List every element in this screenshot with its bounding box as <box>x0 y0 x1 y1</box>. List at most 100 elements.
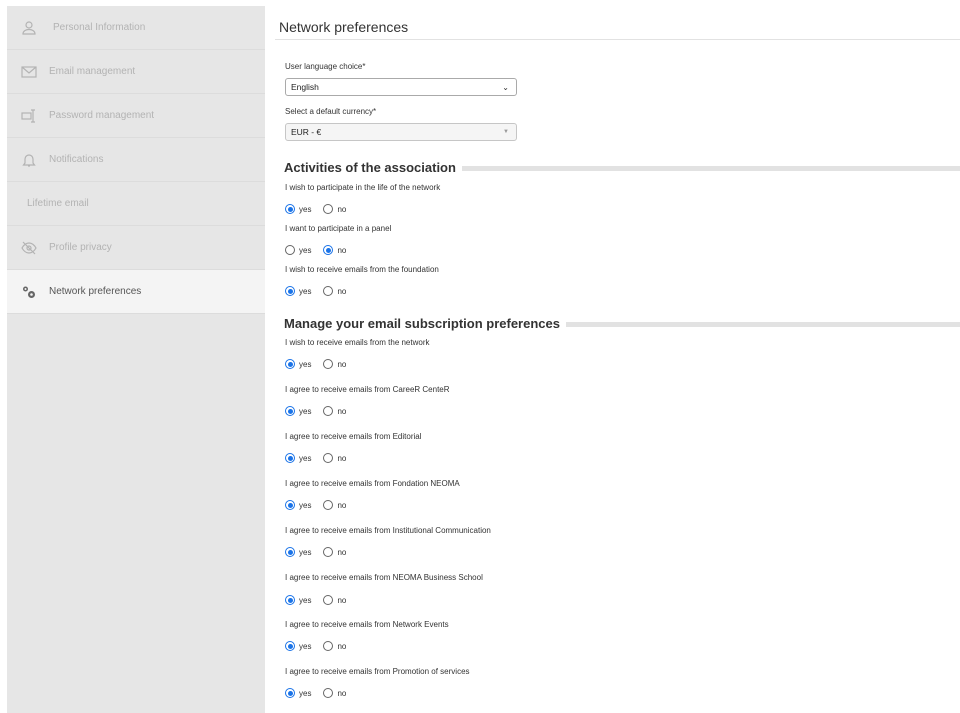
sidebar-item-profile-privacy[interactable]: Profile privacy <box>7 226 265 270</box>
language-select[interactable]: English ⌄ <box>285 78 517 96</box>
radio-no[interactable] <box>323 500 334 510</box>
radio-yes[interactable] <box>285 359 295 369</box>
radio-no-label: no <box>337 453 347 463</box>
radio-yes-label: yes <box>299 453 312 463</box>
sidebar-item-label: Lifetime email <box>27 198 89 209</box>
sidebar-item-notifications[interactable]: Notifications <box>7 138 265 182</box>
section-divider <box>565 321 960 327</box>
sidebar-item-label: Personal Information <box>53 22 146 33</box>
radio-yes[interactable] <box>285 547 295 557</box>
section-activities-header: Activities of the association <box>284 159 960 175</box>
radio-yes-label: yes <box>299 286 312 296</box>
question-text: I agree to receive emails from CareeR Ce… <box>285 385 450 394</box>
radio-yes[interactable] <box>285 204 295 214</box>
question-text: I wish to participate in the life of the… <box>285 183 441 192</box>
sidebar-item-label: Notifications <box>49 154 104 165</box>
language-value: English <box>291 82 319 92</box>
radio-yes-label: yes <box>299 500 312 510</box>
sidebar-item-label: Network preferences <box>49 286 142 297</box>
radio-yes[interactable] <box>285 286 295 296</box>
radio-no-label: no <box>337 595 347 605</box>
radio-group: yes no <box>285 499 358 511</box>
radio-yes-label: yes <box>299 245 312 255</box>
sidebar-item-label: Profile privacy <box>49 242 112 253</box>
language-label: User language choice* <box>285 62 366 71</box>
radio-no[interactable] <box>323 595 334 605</box>
radio-yes-label: yes <box>299 406 312 416</box>
radio-no-label: no <box>337 359 347 369</box>
currency-label: Select a default currency* <box>285 107 377 116</box>
sidebar-item-label: Password management <box>49 110 155 121</box>
gears-icon <box>21 284 37 300</box>
radio-no-label: no <box>337 500 347 510</box>
question-text: I agree to receive emails from NEOMA Bus… <box>285 573 483 582</box>
radio-no[interactable] <box>323 547 334 557</box>
section-title: Manage your email subscription preferenc… <box>284 315 560 331</box>
sidebar-item-lifetime-email[interactable]: Lifetime email <box>7 182 265 226</box>
page-title: Network preferences <box>279 19 409 35</box>
radio-group: yes no <box>285 594 358 606</box>
radio-yes-label: yes <box>299 204 312 214</box>
radio-no-label: no <box>337 641 347 651</box>
sidebar-item-label: Email management <box>49 66 136 77</box>
question-text: I agree to receive emails from Network E… <box>285 620 449 629</box>
question-text: I agree to receive emails from Promotion… <box>285 667 470 676</box>
currency-value: EUR - € <box>291 127 322 137</box>
radio-no[interactable] <box>323 359 334 369</box>
radio-yes-label: yes <box>299 547 312 557</box>
password-icon <box>21 108 37 124</box>
radio-no[interactable] <box>323 286 334 296</box>
radio-group: yes no <box>285 358 358 370</box>
question-text: I agree to receive emails from Fondation… <box>285 479 460 488</box>
question-text: I wish to receive emails from the founda… <box>285 265 439 274</box>
radio-group: yes no <box>285 285 358 297</box>
section-email-subscription-header: Manage your email subscription preferenc… <box>284 315 960 331</box>
radio-no[interactable] <box>323 204 334 214</box>
question-text: I wish to receive emails from the networ… <box>285 338 430 347</box>
radio-no-label: no <box>337 406 347 416</box>
section-title: Activities of the association <box>284 159 456 175</box>
currency-select[interactable]: EUR - € ▼ <box>285 123 517 141</box>
bell-icon <box>21 152 37 168</box>
user-icon <box>21 20 37 36</box>
question-text: I want to participate in a panel <box>285 224 392 233</box>
question-text: I agree to receive emails from Editorial <box>285 432 422 441</box>
radio-yes[interactable] <box>285 688 295 698</box>
radio-yes[interactable] <box>285 595 295 605</box>
caret-down-icon: ▼ <box>503 129 509 135</box>
sidebar-item-network-preferences[interactable]: Network preferences <box>7 270 265 314</box>
radio-no[interactable] <box>323 453 334 463</box>
radio-yes[interactable] <box>285 406 295 416</box>
radio-group: yes no <box>285 687 358 699</box>
radio-yes[interactable] <box>285 453 295 463</box>
radio-yes-label: yes <box>299 359 312 369</box>
radio-no-label: no <box>337 245 347 255</box>
section-divider <box>461 165 960 171</box>
radio-no-label: no <box>337 688 347 698</box>
radio-yes[interactable] <box>285 245 295 255</box>
envelope-icon <box>21 64 37 80</box>
radio-yes[interactable] <box>285 500 295 510</box>
radio-no[interactable] <box>323 688 334 698</box>
radio-group: yes no <box>285 546 358 558</box>
radio-no[interactable] <box>323 406 334 416</box>
main-content: Network preferences User language choice… <box>265 6 960 713</box>
radio-group: yes no <box>285 244 358 256</box>
radio-group: yes no <box>285 452 358 464</box>
radio-group: yes no <box>285 405 358 417</box>
sidebar-item-personal-information[interactable]: Personal Information <box>7 6 265 50</box>
radio-yes-label: yes <box>299 641 312 651</box>
eye-slash-icon <box>21 240 37 256</box>
question-text: I agree to receive emails from Instituti… <box>285 526 491 535</box>
radio-group: yes no <box>285 203 358 215</box>
radio-no[interactable] <box>323 245 334 255</box>
sidebar-item-email-management[interactable]: Email management <box>7 50 265 94</box>
radio-group: yes no <box>285 640 358 652</box>
title-divider <box>275 39 960 40</box>
radio-no-label: no <box>337 286 347 296</box>
radio-yes[interactable] <box>285 641 295 651</box>
sidebar-item-password-management[interactable]: Password management <box>7 94 265 138</box>
radio-no-label: no <box>337 204 347 214</box>
sidebar: Personal Information Email management Pa… <box>7 6 265 713</box>
radio-no[interactable] <box>323 641 334 651</box>
